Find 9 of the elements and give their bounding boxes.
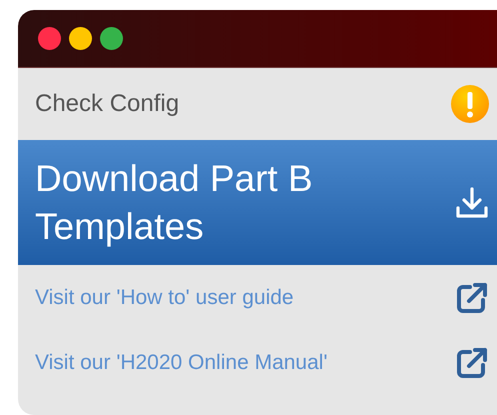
external-link-icon: [455, 346, 489, 380]
maximize-button[interactable]: [100, 27, 123, 50]
external-link-icon: [455, 280, 489, 314]
warning-icon: [451, 85, 489, 123]
download-icon: [455, 186, 489, 220]
close-button[interactable]: [38, 27, 61, 50]
download-item[interactable]: Download Part B Templates: [18, 140, 497, 265]
check-config-item[interactable]: Check Config: [18, 68, 497, 140]
minimize-button[interactable]: [69, 27, 92, 50]
